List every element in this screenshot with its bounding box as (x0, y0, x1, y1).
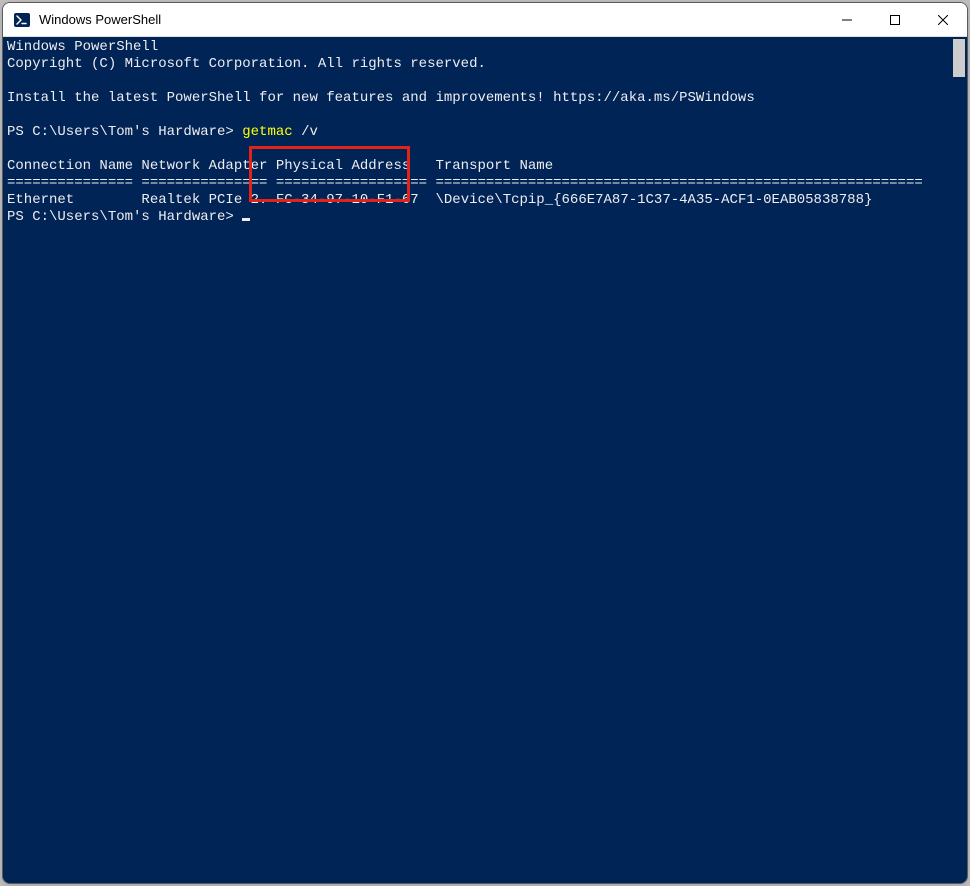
cursor (242, 218, 250, 221)
banner-line-2: Copyright (C) Microsoft Corporation. All… (7, 56, 486, 72)
window-controls (823, 3, 967, 36)
table-row-mac: FC-34-97-10-F1-67 (267, 192, 427, 208)
minimize-button[interactable] (823, 3, 871, 36)
command-text: getmac (242, 124, 292, 140)
console-output[interactable]: Windows PowerShell Copyright (C) Microso… (3, 37, 951, 883)
minimize-icon (842, 15, 852, 25)
maximize-button[interactable] (871, 3, 919, 36)
console-area: Windows PowerShell Copyright (C) Microso… (3, 37, 967, 883)
prompt-1: PS C:\Users\Tom's Hardware> (7, 124, 242, 140)
maximize-icon (890, 15, 900, 25)
close-button[interactable] (919, 3, 967, 36)
vertical-scrollbar[interactable] (951, 37, 967, 883)
install-message: Install the latest PowerShell for new fe… (7, 90, 755, 106)
close-icon (938, 15, 948, 25)
prompt-2: PS C:\Users\Tom's Hardware> (7, 209, 242, 225)
table-row-left: Ethernet Realtek PCIe 2. (7, 192, 267, 208)
scrollbar-thumb[interactable] (953, 39, 965, 77)
titlebar[interactable]: Windows PowerShell (3, 3, 967, 37)
powershell-icon (13, 11, 31, 29)
command-args: /v (293, 124, 318, 140)
window-title: Windows PowerShell (39, 12, 823, 27)
table-separator: =============== =============== ========… (7, 175, 923, 191)
powershell-window: Windows PowerShell Windows PowerShell C (2, 2, 968, 884)
banner-line-1: Windows PowerShell (7, 39, 158, 55)
table-header: Connection Name Network Adapter Physical… (7, 158, 553, 174)
table-row-transport: \Device\Tcpip_{666E7A87-1C37-4A35-ACF1-0… (427, 192, 872, 208)
